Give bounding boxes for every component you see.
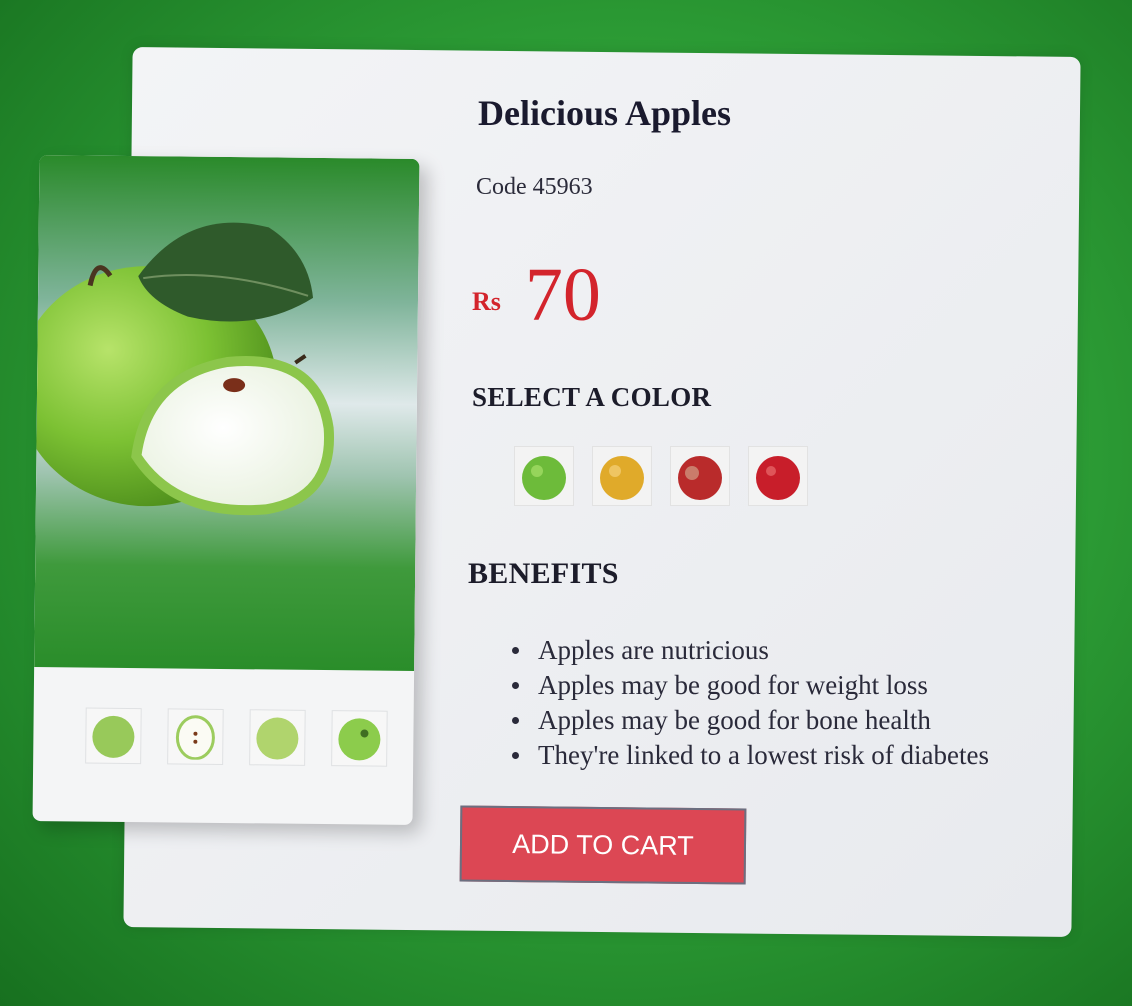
product-title: Delicious Apples xyxy=(478,93,732,133)
green-apple-side-thumb-icon xyxy=(256,717,299,760)
benefit-item: Apples are nutricious xyxy=(512,633,989,668)
price-currency: Rs xyxy=(472,287,501,316)
green-apple-icon xyxy=(522,456,566,500)
price-display: Rs 70 xyxy=(472,252,601,339)
benefit-item: They're linked to a lowest risk of diabe… xyxy=(512,738,989,773)
add-to-cart-button[interactable]: ADD TO CART xyxy=(459,805,747,885)
thumbnail-green-apple-top[interactable] xyxy=(331,710,388,767)
price-amount: 70 xyxy=(524,253,601,337)
benefit-item: Apples may be good for bone health xyxy=(512,703,989,738)
red-apple-icon xyxy=(678,456,722,500)
product-gallery xyxy=(32,155,420,825)
color-option-green[interactable] xyxy=(514,446,574,506)
green-apple-top-thumb-icon xyxy=(338,718,381,761)
color-swatches xyxy=(514,446,808,506)
thumbnail-apple-slice[interactable] xyxy=(167,708,224,765)
thumbnail-strip xyxy=(85,707,388,767)
main-product-image xyxy=(32,155,420,671)
green-apple-thumb-icon xyxy=(92,715,135,758)
select-color-heading: SELECT A COLOR xyxy=(472,382,712,412)
thumbnail-green-apple-side[interactable] xyxy=(249,709,306,766)
color-option-yellow[interactable] xyxy=(592,446,652,506)
green-apple-illustration xyxy=(32,222,335,516)
yellow-apple-icon xyxy=(600,456,644,500)
thumbnail-green-apple[interactable] xyxy=(85,707,142,765)
color-option-red[interactable] xyxy=(670,446,730,506)
benefit-item: Apples may be good for weight loss xyxy=(512,668,989,703)
apple-slice-thumb-icon xyxy=(175,715,215,760)
benefits-list: Apples are nutricious Apples may be good… xyxy=(512,633,989,773)
dark-red-apple-icon xyxy=(756,456,800,500)
product-code: Code 45963 xyxy=(476,174,593,200)
color-option-dark-red[interactable] xyxy=(748,446,808,506)
benefits-heading: BENEFITS xyxy=(468,557,619,590)
